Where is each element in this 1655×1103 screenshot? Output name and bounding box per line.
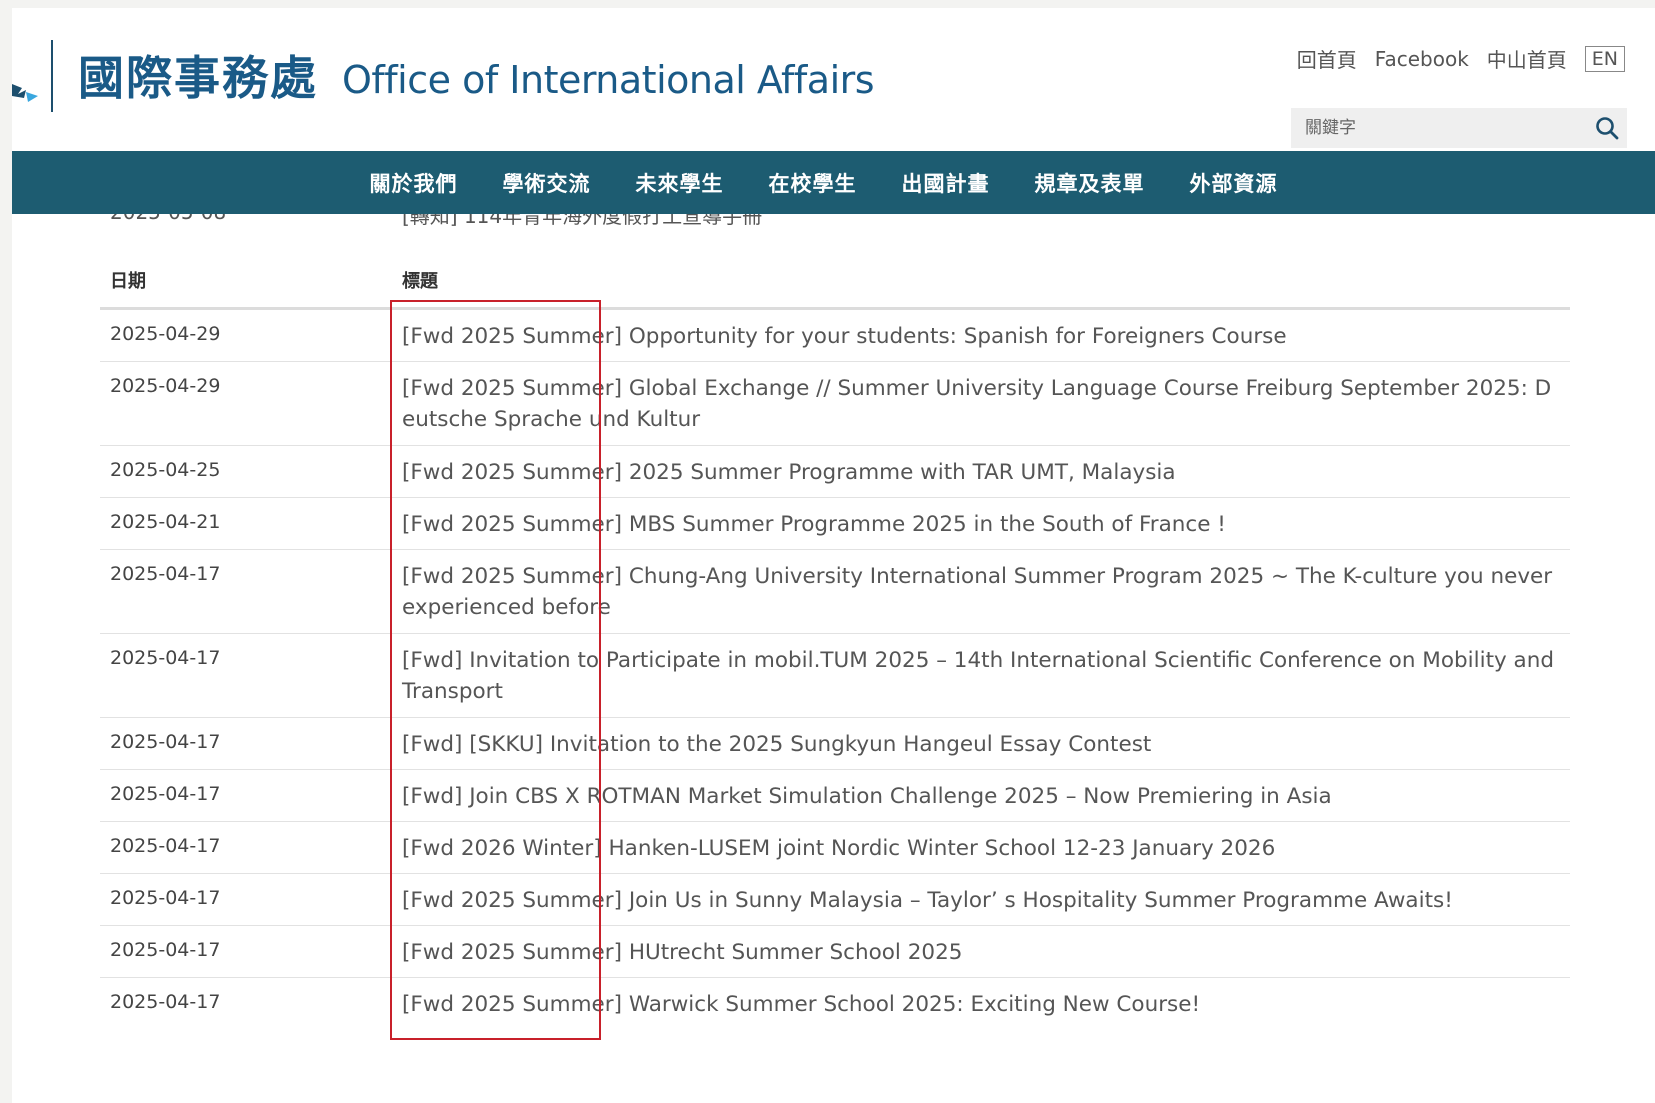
- row-date: 2025-04-17: [110, 563, 221, 585]
- main-nav: 關於我們 學術交流 未來學生 在校學生 出國計畫 規章及表單 外部資源: [12, 151, 1655, 214]
- search-input[interactable]: [1291, 107, 1587, 149]
- column-header-title: 標題: [402, 271, 438, 292]
- nav-item-outbound[interactable]: 出國計畫: [902, 168, 990, 198]
- row-date: 2025-04-25: [110, 459, 221, 481]
- site-title-zh[interactable]: 國際事務處: [78, 48, 318, 108]
- table-header: 日期 標題: [100, 263, 1570, 310]
- row-title-link[interactable]: [Fwd 2025 Summer] HUtrecht Summer School…: [402, 940, 962, 965]
- site-title-en[interactable]: Office of International Affairs: [342, 56, 875, 104]
- row-date: 2025-04-17: [110, 991, 221, 1013]
- row-date: 2025-04-17: [110, 783, 221, 805]
- row-title-link[interactable]: [Fwd] Join CBS X ROTMAN Market Simulatio…: [402, 784, 1332, 809]
- table-row: 2025-04-17 [Fwd] Invitation to Participa…: [100, 634, 1570, 718]
- nav-item-future-students[interactable]: 未來學生: [636, 168, 724, 198]
- nav-item-academic-exchange[interactable]: 學術交流: [503, 168, 591, 198]
- row-date: 2025-04-17: [110, 731, 221, 753]
- table-row: 2025-04-29 [Fwd 2025 Summer] Global Exch…: [100, 362, 1570, 446]
- table-row: 2025-04-17 [Fwd] [SKKU] Invitation to th…: [100, 718, 1570, 770]
- search-icon: [1596, 117, 1619, 140]
- table-row: 2025-04-17 [Fwd 2025 Summer] HUtrecht Su…: [100, 926, 1570, 978]
- table-row: 2025-04-17 [Fwd 2025 Summer] Warwick Sum…: [100, 978, 1570, 1029]
- nav-item-current-students[interactable]: 在校學生: [769, 168, 857, 198]
- row-title-link[interactable]: [Fwd] [SKKU] Invitation to the 2025 Sung…: [402, 732, 1151, 757]
- table-row: 2025-04-29 [Fwd 2025 Summer] Opportunity…: [100, 310, 1570, 362]
- row-title-link[interactable]: [Fwd 2026 Winter] Hanken-LUSEM joint Nor…: [402, 836, 1275, 861]
- row-date: 2025-04-17: [110, 835, 221, 857]
- home-link[interactable]: 回首頁: [1297, 44, 1357, 73]
- table-row: 2025-04-17 [Fwd 2025 Summer] Join Us in …: [100, 874, 1570, 926]
- table-row: 2025-04-17 [Fwd 2026 Winter] Hanken-LUSE…: [100, 822, 1570, 874]
- search-box: [1291, 107, 1627, 149]
- university-logo-icon[interactable]: [12, 78, 38, 108]
- table-row: 2025-04-17 [Fwd 2025 Summer] Chung-Ang U…: [100, 550, 1570, 634]
- nav-item-regulations[interactable]: 規章及表單: [1035, 168, 1145, 198]
- nav-item-external[interactable]: 外部資源: [1190, 168, 1278, 198]
- row-title-link[interactable]: [Fwd 2025 Summer] 2025 Summer Programme …: [402, 460, 1176, 485]
- row-title-link[interactable]: [Fwd 2025 Summer] Opportunity for your s…: [402, 324, 1287, 349]
- table-row: 2025-04-21 [Fwd 2025 Summer] MBS Summer …: [100, 498, 1570, 550]
- top-links: 回首頁 Facebook 中山首頁 EN: [1297, 44, 1625, 73]
- row-date: 2025-04-29: [110, 375, 221, 397]
- row-title-link[interactable]: [Fwd 2025 Summer] MBS Summer Programme 2…: [402, 512, 1226, 537]
- row-title-link[interactable]: [Fwd 2025 Summer] Join Us in Sunny Malay…: [402, 888, 1453, 913]
- column-header-date: 日期: [110, 271, 146, 292]
- row-title-link[interactable]: [Fwd 2025 Summer] Chung-Ang University I…: [402, 564, 1552, 620]
- nsysu-home-link[interactable]: 中山首頁: [1487, 44, 1567, 73]
- row-date: 2025-04-17: [110, 887, 221, 909]
- search-button[interactable]: [1587, 108, 1627, 148]
- table-row: 2025-04-25 [Fwd 2025 Summer] 2025 Summer…: [100, 446, 1570, 498]
- page: 國際事務處 Office of International Affairs 回首…: [12, 8, 1655, 1103]
- logo-divider: [51, 40, 53, 112]
- row-title-link[interactable]: [Fwd 2025 Summer] Warwick Summer School …: [402, 992, 1200, 1017]
- row-date: 2025-04-17: [110, 939, 221, 961]
- language-switch[interactable]: EN: [1584, 45, 1625, 72]
- facebook-link[interactable]: Facebook: [1375, 47, 1469, 71]
- news-table: 日期 標題 2025-04-29 [Fwd 2025 Summer] Oppor…: [100, 263, 1570, 1029]
- row-date: 2025-04-29: [110, 323, 221, 345]
- nav-item-about[interactable]: 關於我們: [370, 168, 458, 198]
- table-row: 2025-04-17 [Fwd] Join CBS X ROTMAN Marke…: [100, 770, 1570, 822]
- row-date: 2025-04-21: [110, 511, 221, 533]
- row-title-link[interactable]: [Fwd] Invitation to Participate in mobil…: [402, 648, 1554, 704]
- row-date: 2025-04-17: [110, 647, 221, 669]
- row-title-link[interactable]: [Fwd 2025 Summer] Global Exchange // Sum…: [402, 376, 1551, 432]
